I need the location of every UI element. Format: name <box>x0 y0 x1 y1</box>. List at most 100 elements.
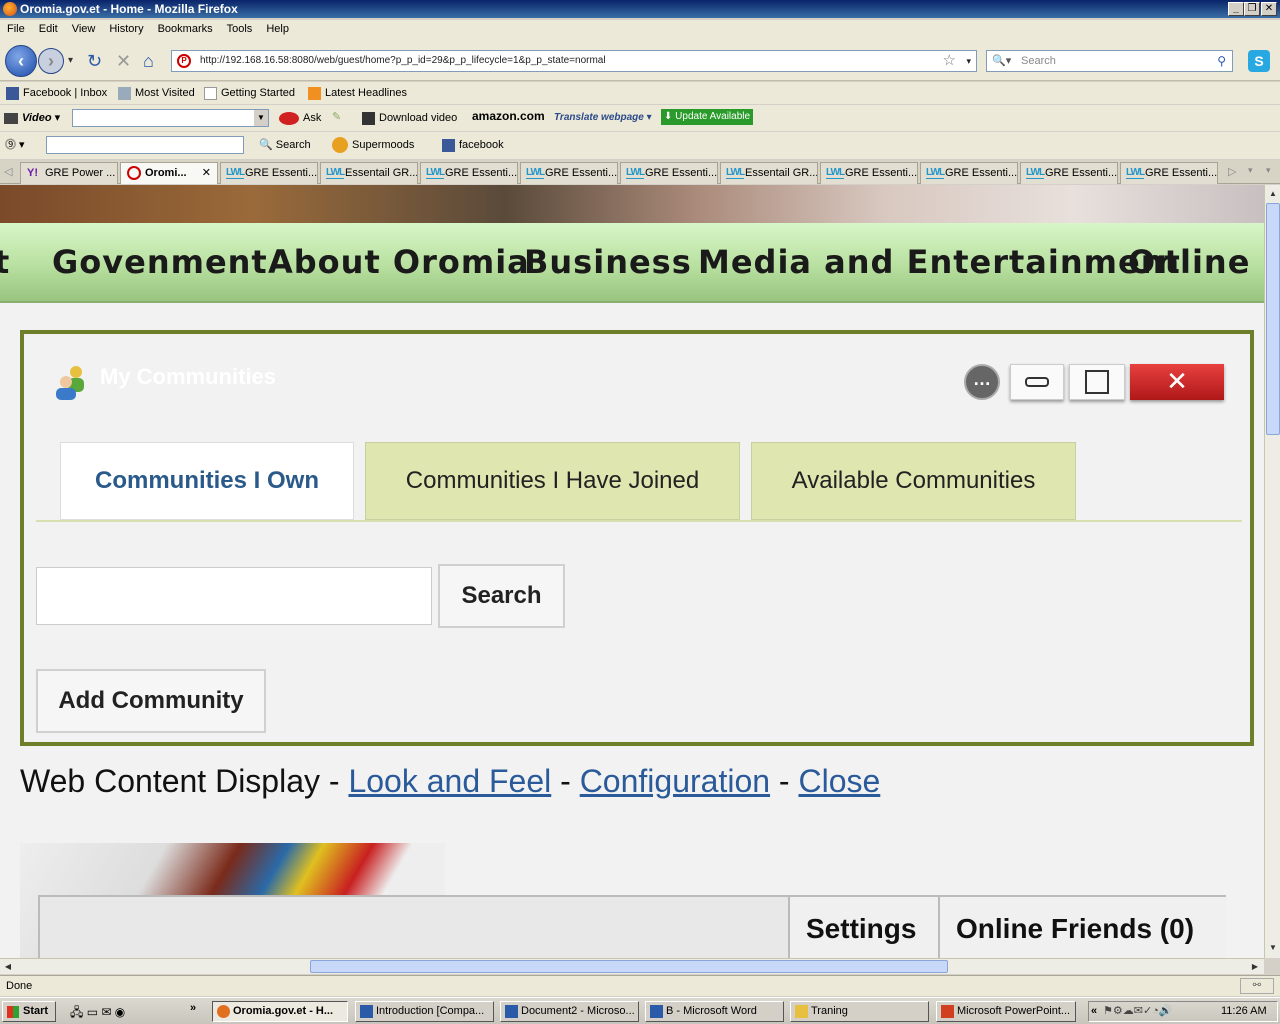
quick-launch-icons[interactable]: 🖧 ▭ ✉ ◉ <box>70 1003 125 1024</box>
supermoods-button[interactable]: Supermoods <box>332 137 414 154</box>
search-button[interactable]: Search <box>438 564 565 628</box>
dropdown-arrow-icon[interactable]: ▼ <box>254 110 268 126</box>
toolbar-search-button[interactable]: 🔍 Search <box>259 137 311 153</box>
quick-launch-overflow-icon[interactable]: » <box>190 1002 196 1014</box>
start-button[interactable]: Start <box>2 1001 56 1022</box>
scroll-right-arrow-icon[interactable]: ▶ <box>1248 960 1262 974</box>
url-dropdown-icon[interactable]: ▾ <box>966 51 971 71</box>
url-bar[interactable]: P http://192.168.16.58:8080/web/guest/ho… <box>171 50 977 72</box>
configuration-link[interactable]: Configuration <box>580 763 770 799</box>
menu-help[interactable]: Help <box>259 20 296 38</box>
amazon-button[interactable]: amazon.com <box>472 108 545 124</box>
back-button[interactable]: ‹ <box>5 45 37 77</box>
video-menu[interactable]: Video ▾ <box>4 110 60 126</box>
star-bookmark-icon[interactable]: ☆ <box>943 51 956 71</box>
scroll-up-arrow-icon[interactable]: ▲ <box>1266 187 1280 201</box>
close-portlet-button[interactable]: ✕ <box>1130 364 1224 400</box>
menu-history[interactable]: History <box>102 20 150 38</box>
scroll-tabs-right-icon[interactable]: ▷ <box>1228 165 1236 178</box>
skype-icon[interactable]: S <box>1248 50 1270 72</box>
addon-status-icon[interactable]: ⚯ <box>1240 978 1274 994</box>
reload-icon[interactable]: ↻ <box>87 51 102 72</box>
home-icon[interactable]: ⌂ <box>143 51 154 72</box>
close-link[interactable]: Close <box>798 763 880 799</box>
forward-button[interactable]: › <box>38 48 64 74</box>
menu-view[interactable]: View <box>65 20 103 38</box>
look-and-feel-link[interactable]: Look and Feel <box>348 763 551 799</box>
taskbar-word-introduction[interactable]: Introduction [Compa... <box>355 1001 494 1022</box>
minimize-window-button[interactable]: _ <box>1228 2 1244 16</box>
tab-communities-i-have-joined[interactable]: Communities I Have Joined <box>365 442 740 520</box>
community-search-input[interactable] <box>36 567 432 625</box>
scroll-down-arrow-icon[interactable]: ▼ <box>1266 941 1280 955</box>
scroll-tabs-left-icon[interactable]: ◁ <box>4 165 12 178</box>
facebook-button[interactable]: facebook <box>442 137 504 153</box>
tray-expand-icon[interactable]: « <box>1091 1002 1097 1021</box>
toolbar-search-field[interactable] <box>46 136 244 154</box>
minimize-portlet-button[interactable] <box>1010 364 1064 400</box>
download-video-button[interactable]: Download video <box>362 110 457 126</box>
list-all-tabs-icon[interactable]: ▾ <box>1248 165 1253 176</box>
bookmark-facebook-inbox[interactable]: Facebook | Inbox <box>6 85 107 101</box>
nav-item-media-entertainment[interactable]: Media and Entertainment <box>698 243 1181 281</box>
search-engine-icon[interactable]: 🔍▾ <box>992 51 1011 71</box>
tab-oromia[interactable]: Oromi... ✕ <box>120 162 218 184</box>
maximize-portlet-button[interactable] <box>1069 364 1125 400</box>
tray-icons[interactable]: ⚑⚙☁✉✓◔🔊 <box>1103 1002 1173 1021</box>
search-box[interactable]: 🔍▾ Search ⚲ <box>986 50 1233 72</box>
tab-gre-essentials[interactable]: LWL Essentail GR... <box>720 162 818 184</box>
pencil-icon[interactable]: ✎ <box>332 109 341 125</box>
tab-available-communities[interactable]: Available Communities <box>751 442 1076 520</box>
nav-item-online-services[interactable]: Online Se <box>1128 243 1264 281</box>
bookmark-getting-started[interactable]: Getting Started <box>204 85 295 101</box>
history-dropdown-icon[interactable]: ▾ <box>68 55 73 66</box>
bookmark-latest-headlines[interactable]: Latest Headlines <box>308 85 407 101</box>
tab-gre-essentials[interactable]: LWL GRE Essenti... <box>620 162 718 184</box>
taskbar-firefox[interactable]: Oromia.gov.et - H... <box>212 1001 348 1022</box>
tab-gre-essentials[interactable]: LWL Essentail GR... <box>320 162 418 184</box>
stop-icon[interactable]: ✕ <box>116 51 131 72</box>
options-menu-icon[interactable]: … <box>964 364 1000 400</box>
horizontal-scroll-thumb[interactable] <box>310 960 948 973</box>
menu-edit[interactable]: Edit <box>32 20 65 38</box>
vertical-scrollbar[interactable]: ▲ ▼ <box>1264 185 1280 958</box>
search-go-icon[interactable]: ⚲ <box>1217 51 1226 71</box>
horizontal-scrollbar[interactable]: ◀ ▶ <box>0 958 1264 974</box>
update-available-button[interactable]: ⬇ Update Available <box>661 109 754 125</box>
menu-file[interactable]: File <box>0 20 32 38</box>
taskbar-powerpoint[interactable]: Microsoft PowerPoint... <box>936 1001 1076 1022</box>
taskbar-folder-traning[interactable]: Traning <box>790 1001 929 1022</box>
taskbar-word-b[interactable]: B - Microsoft Word <box>645 1001 784 1022</box>
tab-communities-i-own[interactable]: Communities I Own <box>60 442 354 520</box>
nav-item-government[interactable]: Govenment <box>52 243 268 281</box>
close-window-button[interactable]: ✕ <box>1261 2 1277 16</box>
menu-bookmarks[interactable]: Bookmarks <box>151 20 220 38</box>
taskbar-word-document2[interactable]: Document2 - Microso... <box>500 1001 639 1022</box>
tab-menu-icon[interactable]: ▾ <box>1266 165 1271 176</box>
menu-tools[interactable]: Tools <box>220 20 260 38</box>
tab-gre-essentials[interactable]: LWL GRE Essenti... <box>1120 162 1218 184</box>
header-banner-image <box>0 185 1264 223</box>
nav-item-about-oromia[interactable]: About Oromia <box>268 243 530 281</box>
vertical-scroll-thumb[interactable] <box>1266 203 1280 435</box>
tab-gre-essentials[interactable]: LWL GRE Essenti... <box>520 162 618 184</box>
settings-button[interactable]: Settings <box>788 897 938 958</box>
translate-webpage-button[interactable]: Translate webpage ▾ <box>554 110 652 126</box>
ask-button[interactable]: Ask <box>279 110 321 126</box>
video-search-field[interactable]: ▼ <box>72 109 269 127</box>
tab-gre-essentials[interactable]: LWL GRE Essenti... <box>420 162 518 184</box>
tab-gre-essentials[interactable]: LWL GRE Essenti... <box>820 162 918 184</box>
quote-icon[interactable]: ⓽ ▾ <box>5 137 25 153</box>
tab-gre-essentials[interactable]: LWL GRE Essenti... <box>920 162 1018 184</box>
tab-gre-essentials[interactable]: LWL GRE Essenti... <box>1020 162 1118 184</box>
tab-gre-essentials[interactable]: LWL GRE Essenti... <box>220 162 318 184</box>
online-friends-button[interactable]: Online Friends (0) <box>938 897 1226 958</box>
tab-gre-power[interactable]: Y! GRE Power ... <box>20 162 118 184</box>
nav-item-partial-left[interactable]: t <box>0 243 10 281</box>
nav-item-business[interactable]: Business <box>524 243 692 281</box>
restore-window-button[interactable]: ❐ <box>1244 2 1260 16</box>
scroll-left-arrow-icon[interactable]: ◀ <box>1 960 15 974</box>
add-community-button[interactable]: Add Community <box>36 669 266 733</box>
close-tab-icon[interactable]: ✕ <box>202 163 211 183</box>
bookmark-most-visited[interactable]: Most Visited <box>118 85 195 101</box>
